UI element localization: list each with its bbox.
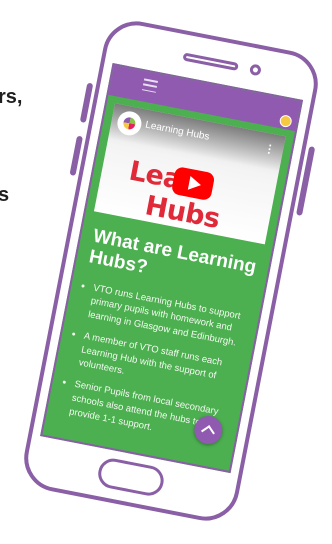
heart-logo-icon [122,116,137,131]
phone-screen: Learning Hubs ⋮ LearnHubs What are Learn… [40,63,304,474]
background-text-line-1: rs, [0,86,23,108]
chevron-up-icon [201,425,215,439]
thumbnail-title-right: Hubs [142,190,223,235]
video-embed[interactable]: Learning Hubs ⋮ LearnHubs [93,103,286,245]
background-text-line-2: s [0,184,10,206]
hamburger-menu-icon[interactable] [141,78,159,93]
vto-logo-icon[interactable] [278,114,293,129]
phone-mockup: Learning Hubs ⋮ LearnHubs What are Learn… [18,15,324,527]
info-list: VTO runs Learning Hubs to support primar… [54,278,251,449]
